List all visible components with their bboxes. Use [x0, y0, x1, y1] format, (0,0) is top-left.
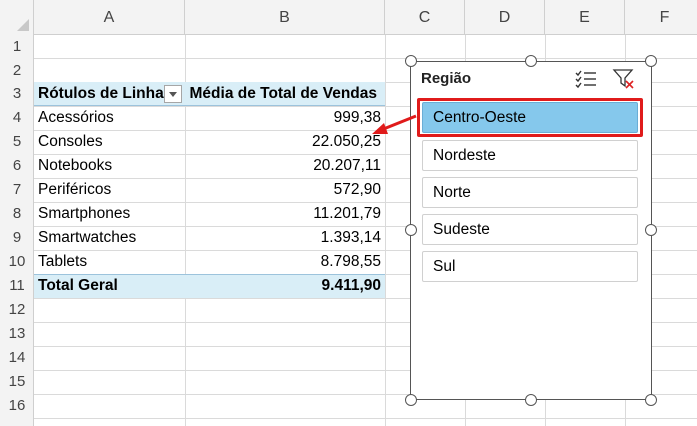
annotation-arrow-icon [372, 114, 417, 134]
spreadsheet: A B C D E F 1 2 3 4 5 6 7 8 9 10 11 12 1… [0, 0, 697, 426]
